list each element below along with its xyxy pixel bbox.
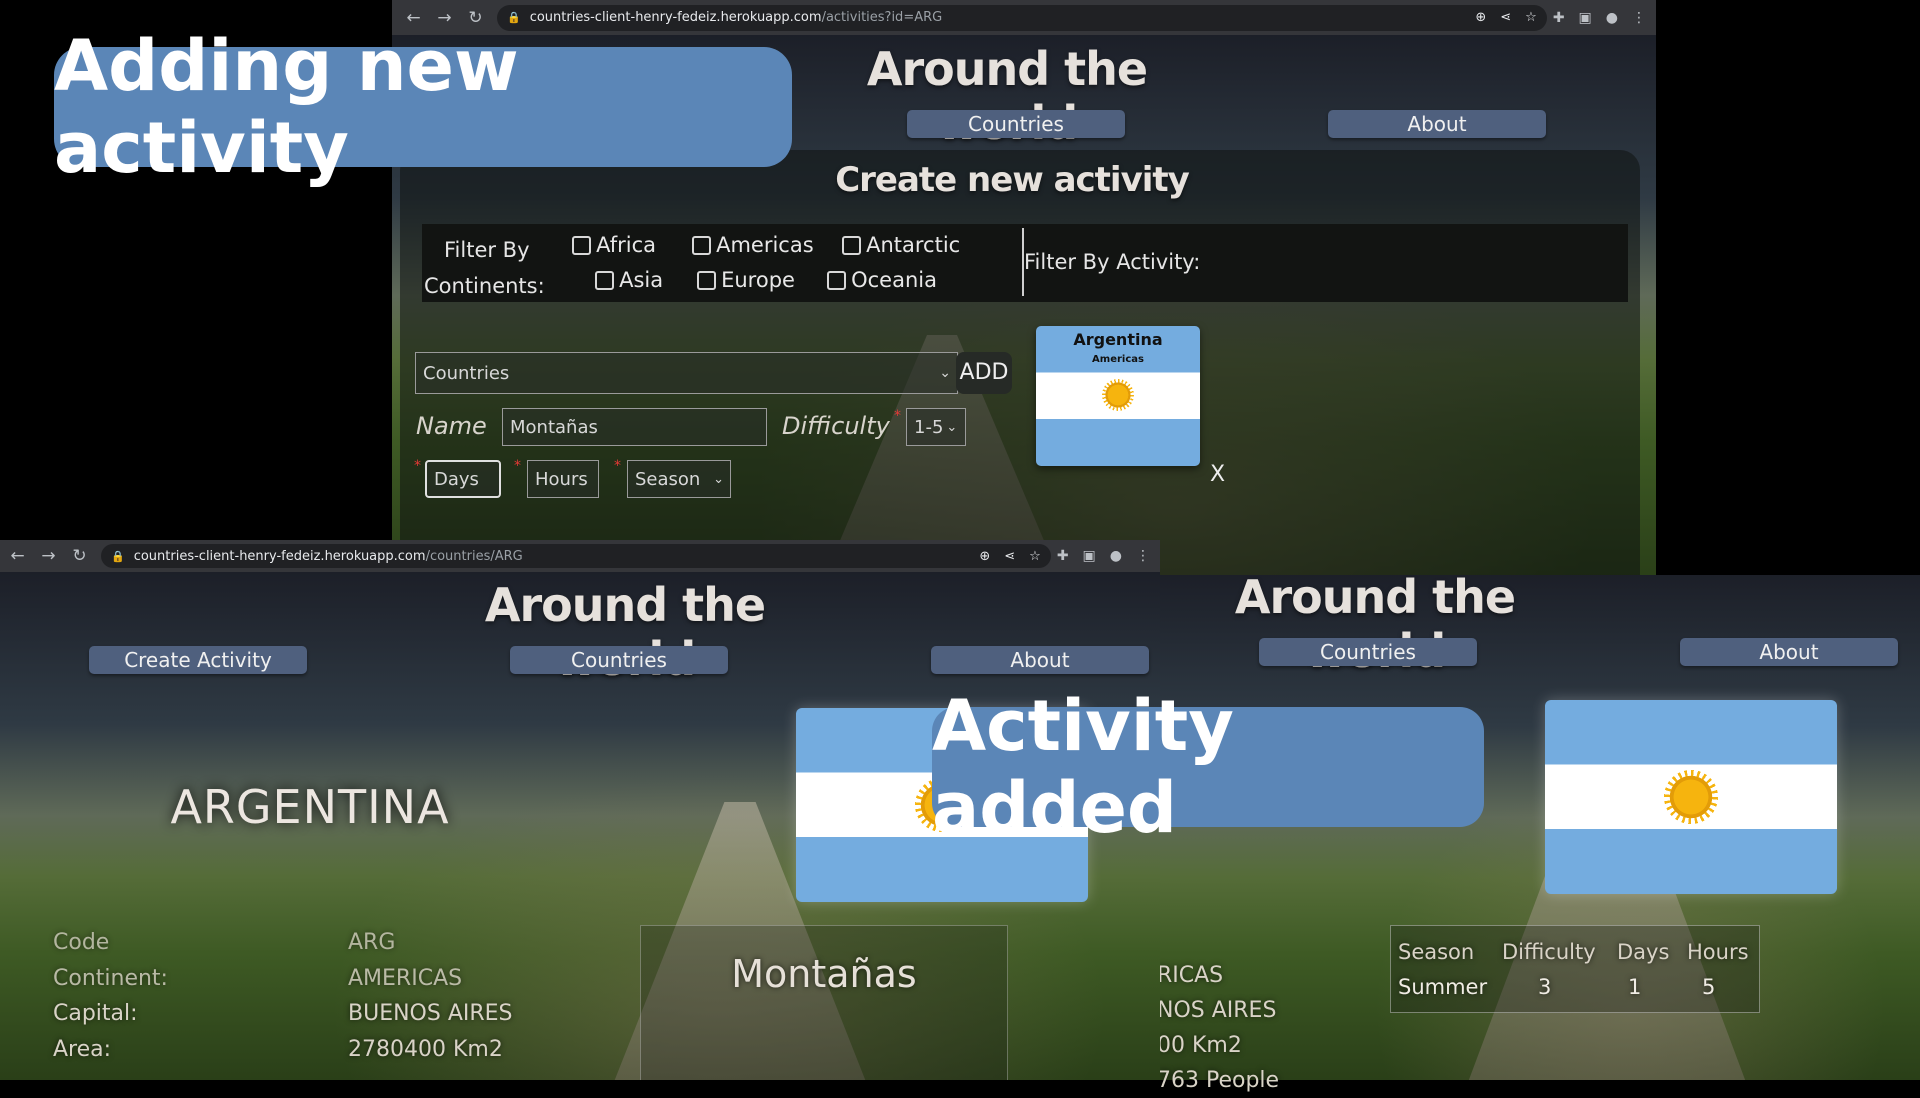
right-nav-countries-button[interactable]: Countries bbox=[1259, 638, 1477, 666]
asia-checkbox[interactable] bbox=[595, 270, 614, 290]
africa-checkbox[interactable] bbox=[572, 235, 591, 255]
detail-key: Capital: bbox=[53, 1001, 138, 1026]
detail-key: Continent: bbox=[53, 965, 168, 991]
activities-table-row: Summer 3 1 5 bbox=[1398, 975, 1716, 999]
reload-icon[interactable]: ↻ bbox=[64, 546, 95, 566]
continent-africa[interactable]: Africa bbox=[572, 233, 656, 257]
detail-value: BUENOS AIRES bbox=[348, 1001, 513, 1026]
bottom-browser-toolbar: ← → ↻ 🔒 countries-client-henry-fedeiz.he… bbox=[0, 540, 1160, 572]
menu-kebab-icon[interactable]: ⋮ bbox=[1136, 548, 1150, 564]
create-heading: Create new activity bbox=[835, 160, 1190, 200]
difficulty-select[interactable]: 1-5 ⌄ bbox=[906, 408, 966, 446]
bookmark-star-icon[interactable]: ☆ bbox=[1525, 10, 1537, 25]
antarctic-checkbox[interactable] bbox=[842, 235, 861, 255]
back-arrow-icon[interactable]: ← bbox=[2, 546, 33, 566]
oceania-checkbox[interactable] bbox=[827, 270, 846, 290]
bottom-nav-countries-button[interactable]: Countries bbox=[510, 646, 728, 674]
activity-card-name: Montañas bbox=[731, 952, 917, 996]
detail-value: AMERICAS bbox=[348, 965, 463, 991]
detail-value: ARG bbox=[348, 930, 396, 955]
chevron-down-icon: ⌄ bbox=[939, 365, 951, 381]
continent-oceania[interactable]: Oceania bbox=[827, 268, 937, 292]
continent-americas[interactable]: Americas bbox=[692, 233, 814, 257]
add-button[interactable]: ADD bbox=[956, 352, 1012, 394]
top-url-host: countries-client-henry-fedeiz.herokuapp.… bbox=[529, 10, 822, 25]
adding-activity-banner: Adding new activity bbox=[54, 25, 792, 189]
card-continent: Americas bbox=[1092, 354, 1144, 365]
days-required-mark: * bbox=[414, 458, 421, 474]
difficulty-label: Difficulty bbox=[782, 412, 890, 440]
season-required-mark: * bbox=[614, 458, 621, 474]
zoom-icon[interactable]: ⊕ bbox=[1475, 10, 1486, 25]
detail-key: Area: bbox=[53, 1036, 112, 1062]
sun-of-may-icon bbox=[1102, 379, 1134, 411]
activity-added-banner: Activity added bbox=[932, 685, 1484, 849]
name-input[interactable]: Montañas bbox=[502, 408, 767, 446]
bottom-address-bar[interactable]: 🔒 countries-client-henry-fedeiz.herokuap… bbox=[101, 544, 1051, 568]
top-nav-about-button[interactable]: About bbox=[1328, 110, 1546, 138]
activity-card[interactable]: Montañas bbox=[640, 925, 1008, 1080]
extensions-icon[interactable]: ✚ bbox=[1553, 10, 1565, 26]
share-icon[interactable]: ⋖ bbox=[1004, 549, 1015, 564]
countries-select[interactable]: Countries ⌄ bbox=[415, 352, 958, 394]
hours-input[interactable]: Hours bbox=[527, 460, 599, 498]
extensions-icon[interactable]: ✚ bbox=[1057, 548, 1069, 564]
detail-value: 2780400 Km2 bbox=[348, 1036, 503, 1062]
americas-checkbox[interactable] bbox=[692, 235, 711, 255]
lock-icon: 🔒 bbox=[507, 11, 521, 24]
share-icon[interactable]: ⋖ bbox=[1500, 10, 1511, 25]
selected-country-card[interactable]: Argentina Americas bbox=[1036, 326, 1200, 466]
bottom-url-path: /countries/ARG bbox=[425, 548, 523, 564]
chevron-down-icon: ⌄ bbox=[946, 419, 958, 435]
top-nav-countries-button[interactable]: Countries bbox=[907, 110, 1125, 138]
days-input[interactable]: Days bbox=[425, 460, 501, 498]
hours-required-mark: * bbox=[514, 458, 521, 474]
nav-create-activity-button[interactable]: Create Activity bbox=[89, 646, 307, 674]
menu-kebab-icon[interactable]: ⋮ bbox=[1632, 10, 1646, 26]
country-detail-keys: Code Continent: Capital: Area: bbox=[53, 925, 168, 1067]
country-detail-values: ARG AMERICAS BUENOS AIRES 2780400 Km2 bbox=[348, 925, 513, 1067]
country-name-heading: ARGENTINA bbox=[170, 780, 450, 834]
activities-table bbox=[1390, 925, 1760, 1013]
season-select[interactable]: Season ⌄ bbox=[627, 460, 731, 498]
remove-country-x[interactable]: X bbox=[1210, 462, 1225, 487]
continent-europe[interactable]: Europe bbox=[697, 268, 795, 292]
sidepanel-icon[interactable]: ▣ bbox=[1579, 10, 1592, 26]
difficulty-required-mark: * bbox=[894, 408, 901, 424]
sun-of-may-icon bbox=[1664, 770, 1718, 824]
continent-antarctic[interactable]: Antarctic bbox=[842, 233, 960, 257]
right-nav-about-button[interactable]: About bbox=[1680, 638, 1898, 666]
detail-key: Code bbox=[53, 930, 110, 955]
top-url-path: /activities?id=ARG bbox=[821, 10, 943, 25]
forward-arrow-icon[interactable]: → bbox=[33, 546, 64, 566]
continent-asia[interactable]: Asia bbox=[595, 268, 663, 292]
sidepanel-icon[interactable]: ▣ bbox=[1083, 548, 1096, 564]
profile-avatar-icon[interactable]: ● bbox=[1110, 548, 1122, 564]
right-partial-detail: RICAS NOS AIRES 00 Km2 763 People bbox=[1157, 963, 1280, 1093]
bottom-nav-about-button[interactable]: About bbox=[931, 646, 1149, 674]
chevron-down-icon: ⌄ bbox=[713, 471, 724, 487]
bottom-url-host: countries-client-henry-fedeiz.herokuapp.… bbox=[133, 548, 426, 564]
europe-checkbox[interactable] bbox=[697, 270, 716, 290]
profile-avatar-icon[interactable]: ● bbox=[1606, 10, 1618, 26]
activities-table-header: Season Difficulty Days Hours bbox=[1398, 940, 1749, 964]
filter-continents-label: Filter By Continents: bbox=[424, 238, 545, 298]
bookmark-star-icon[interactable]: ☆ bbox=[1029, 549, 1041, 564]
zoom-icon[interactable]: ⊕ bbox=[979, 549, 990, 564]
right-country-flag bbox=[1545, 700, 1837, 894]
filter-activity-label: Filter By Activity: bbox=[1024, 250, 1201, 274]
name-label: Name bbox=[416, 412, 487, 440]
card-country-name: Argentina bbox=[1073, 330, 1163, 349]
lock-icon: 🔒 bbox=[111, 549, 125, 563]
